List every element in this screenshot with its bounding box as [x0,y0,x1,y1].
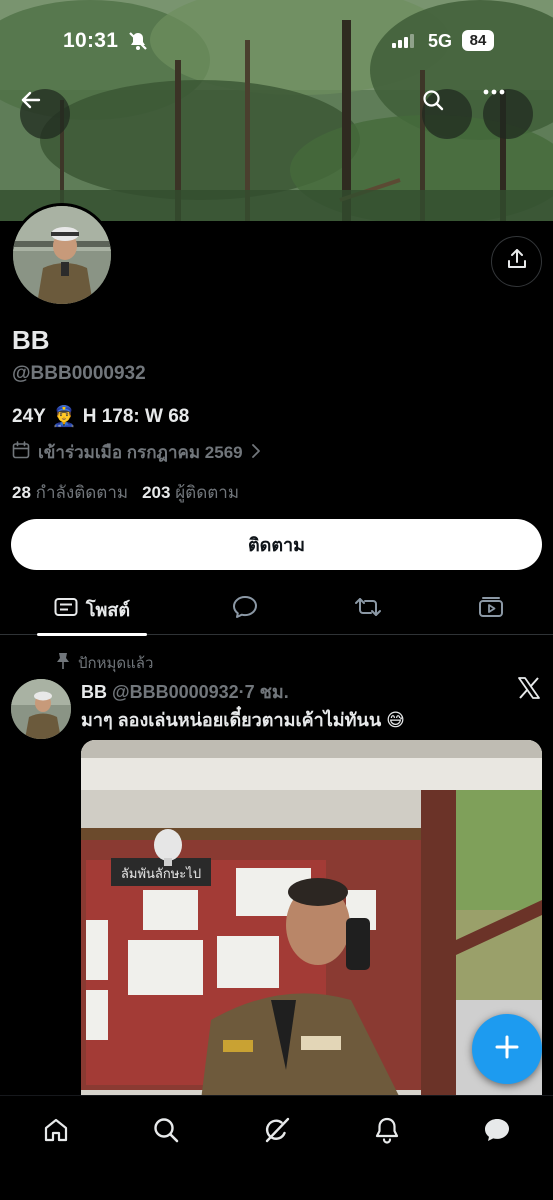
profile-banner[interactable]: 10:31 5G 84 [0,0,553,221]
pinned-indicator: ปักหมุดแล้ว [56,651,153,675]
author-avatar-photo [11,679,71,739]
joined-text: เข้าร่วมเมือ กรกฎาคม 2569 [38,443,243,462]
chat-bubble-icon [482,1116,512,1149]
notice-board-sign: ลัมพันลักษะไป [121,866,201,882]
profile-tabs: โพสต์ [0,583,553,636]
post-author-handle[interactable]: @BBB0000932 [112,682,239,702]
following-label: กำลังติดตาม [35,483,129,502]
x-logo-icon [517,677,541,704]
sweat-smile-emoji: 😅 [386,710,405,730]
grok-icon [263,1116,291,1149]
search-icon [152,1116,180,1149]
follow-stats: 28 กำลังติดตาม 203 ผู้ติดตาม [12,479,239,506]
posts-icon [54,597,78,622]
replies-icon [232,595,258,624]
share-button[interactable] [491,236,542,287]
tab-posts[interactable]: โพสต์ [37,583,147,636]
bell-icon [373,1116,401,1149]
nav-notifications[interactable] [367,1112,407,1152]
repost-icon [354,596,382,623]
share-icon [506,248,528,275]
nav-messages[interactable] [477,1112,517,1152]
nav-search[interactable] [146,1112,186,1152]
followers-count: 203 [142,483,171,502]
home-icon [42,1116,70,1149]
bio-measurements: H 178: W 68 [82,405,190,427]
tab-posts-label: โพสต์ [85,599,131,620]
media-icon [478,596,504,623]
profile-avatar[interactable] [10,203,114,307]
pin-icon [56,652,70,674]
active-tab-indicator [37,633,147,636]
plus-icon [494,1034,520,1065]
tab-replies[interactable] [225,583,265,635]
profile-bio: 24Y 👮‍♂️ H 178: W 68 [12,404,189,429]
more-options-button[interactable] [483,89,533,139]
avatar-photo [13,206,111,304]
calendar-icon [12,441,30,464]
post-timestamp: 7 ชม. [244,682,289,702]
search-button[interactable] [422,89,472,139]
nav-grok[interactable] [257,1112,297,1152]
profile-handle: @BBB0000932 [12,363,146,384]
nav-home[interactable] [36,1112,76,1152]
followers-link[interactable]: 203 ผู้ติดตาม [142,479,239,506]
tab-reposts[interactable] [348,583,388,635]
follow-button[interactable]: ติดตาม [11,519,542,570]
post-author-name[interactable]: BB [81,682,107,702]
back-button[interactable] [20,89,70,139]
post-text: มาๆ ลองเล่นหน่อยเดี๋ยวตามเค้าไม่ทันน 😅 [81,705,405,734]
profile-joined-date[interactable]: เข้าร่วมเมือ กรกฎาคม 2569 [12,439,261,466]
bottom-navigation [0,1095,553,1200]
battery-indicator: 84 [462,30,494,51]
post-author-avatar[interactable] [11,679,71,739]
following-link[interactable]: 28 กำลังติดตาม [12,479,128,506]
chevron-right-icon [251,443,261,463]
compose-post-button[interactable] [472,1014,542,1084]
post-header: BB @BBB0000932·7 ชม. [81,677,289,706]
bio-age: 24Y [12,405,46,427]
network-type: 5G [428,31,453,51]
status-bar: 10:31 5G 84 [0,0,553,80]
post-body: มาๆ ลองเล่นหน่อยเดี๋ยวตามเค้าไม่ทันน [81,710,382,730]
profile-display-name: BB [12,325,50,355]
police-officer-emoji: 👮‍♂️ [51,406,77,428]
following-count: 28 [12,483,31,502]
followers-label: ผู้ติดตาม [175,483,240,502]
status-time: 10:31 [63,29,119,52]
tab-media[interactable] [471,583,511,635]
pinned-label: ปักหมุดแล้ว [78,655,154,672]
